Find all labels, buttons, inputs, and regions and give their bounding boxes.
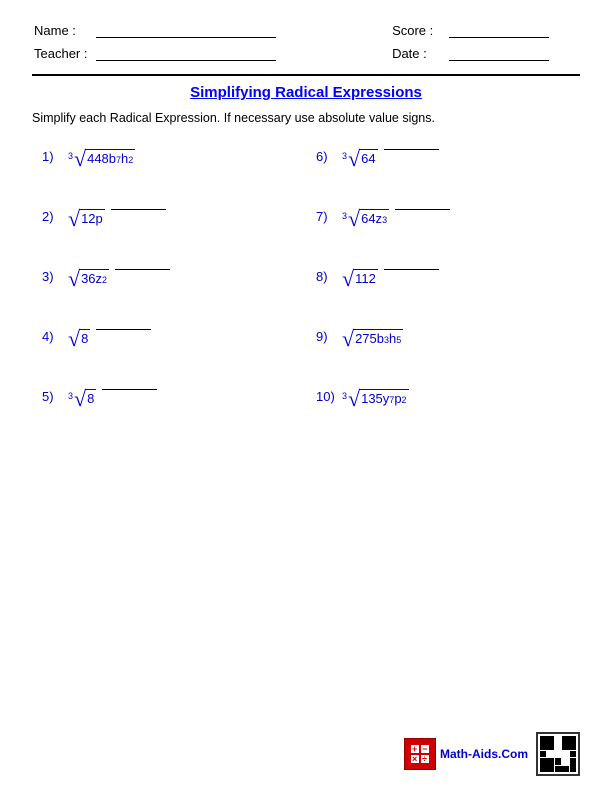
problem-7-index: 3 <box>342 211 347 221</box>
teacher-underline <box>96 60 276 61</box>
problem-8-answer <box>384 269 439 270</box>
instructions-text: Simplify each Radical Expression. If nec… <box>32 111 580 125</box>
score-field <box>449 20 578 41</box>
problem-4: 4) √ 8 <box>32 319 306 379</box>
problem-3-number: 3) <box>42 269 64 284</box>
problem-8-number: 8) <box>316 269 338 284</box>
score-underline <box>449 37 549 38</box>
problem-1-expr: 3 √ 448b7h2 <box>68 149 135 171</box>
problem-6-number: 6) <box>316 149 338 164</box>
worksheet-page: Name : Score : Teacher : Date : Simplify… <box>0 0 612 792</box>
problem-7-expr: 3 √ 64z3 <box>342 209 389 231</box>
problem-1-index: 3 <box>68 151 73 161</box>
problem-3-expr: √ 36z2 <box>68 269 109 291</box>
footer: + − × ÷ Math-Aids.Com <box>404 732 580 776</box>
teacher-field <box>96 43 328 64</box>
problem-6-expr: 3 √ 64 <box>342 149 378 171</box>
svg-text:+: + <box>412 744 417 754</box>
worksheet-title: Simplifying Radical Expressions <box>32 84 580 101</box>
problem-5: 5) 3 √ 8 <box>32 379 306 439</box>
problem-1: 1) 3 √ 448b7h2 <box>32 139 306 199</box>
problem-6: 6) 3 √ 64 <box>306 139 580 199</box>
problem-9-expr: √ 275b3h5 <box>342 329 403 351</box>
problem-3-answer <box>115 269 170 270</box>
problem-7-answer <box>395 209 450 210</box>
name-underline <box>96 37 276 38</box>
name-field <box>96 20 328 41</box>
problem-5-answer <box>102 389 157 390</box>
problem-1-number: 1) <box>42 149 64 164</box>
problem-6-answer <box>384 149 439 150</box>
problem-9: 9) √ 275b3h5 <box>306 319 580 379</box>
score-label: Score : <box>392 20 447 41</box>
problem-4-answer <box>96 329 151 330</box>
problem-2: 2) √ 12p <box>32 199 306 259</box>
qr-code <box>536 732 580 776</box>
header-section: Name : Score : Teacher : Date : <box>32 18 580 66</box>
problem-2-number: 2) <box>42 209 64 224</box>
problem-7-number: 7) <box>316 209 338 224</box>
svg-text:×: × <box>412 754 417 764</box>
problems-grid: 1) 3 √ 448b7h2 6) 3 √ 64 2) <box>32 139 580 439</box>
problem-10-expr: 3 √ 135y7p2 <box>342 389 409 411</box>
problem-10: 10) 3 √ 135y7p2 <box>306 379 580 439</box>
problem-7: 7) 3 √ 64z3 <box>306 199 580 259</box>
problem-4-expr: √ 8 <box>68 329 90 351</box>
problem-5-number: 5) <box>42 389 64 404</box>
brand-text: Math-Aids.Com <box>440 747 528 761</box>
name-label: Name : <box>34 20 94 41</box>
date-field <box>449 43 578 64</box>
svg-text:÷: ÷ <box>422 754 427 764</box>
problem-8: 8) √ 112 <box>306 259 580 319</box>
problem-3: 3) √ 36z2 <box>32 259 306 319</box>
problem-5-index: 3 <box>68 391 73 401</box>
teacher-label: Teacher : <box>34 43 94 64</box>
problem-2-answer <box>111 209 166 210</box>
problem-2-expr: √ 12p <box>68 209 105 231</box>
problem-9-number: 9) <box>316 329 338 344</box>
svg-text:−: − <box>422 744 427 754</box>
problem-5-expr: 3 √ 8 <box>68 389 96 411</box>
date-label: Date : <box>392 43 447 64</box>
problem-8-expr: √ 112 <box>342 269 378 291</box>
problem-4-number: 4) <box>42 329 64 344</box>
problem-6-index: 3 <box>342 151 347 161</box>
header-divider <box>32 74 580 76</box>
problem-10-index: 3 <box>342 391 347 401</box>
problem-10-number: 10) <box>316 389 338 404</box>
date-underline <box>449 60 549 61</box>
logo-icon: + − × ÷ <box>404 738 436 770</box>
